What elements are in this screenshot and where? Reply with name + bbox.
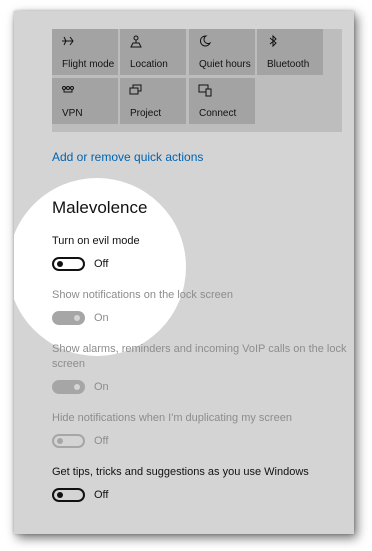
project-icon — [129, 83, 143, 97]
location-icon — [129, 34, 143, 48]
tips-tricks-state: Off — [94, 489, 109, 501]
quick-action-label: Bluetooth — [267, 59, 310, 70]
tips-tricks-label: Get tips, tricks and suggestions as you … — [52, 466, 309, 478]
alarms-voip-label-line2: screen — [52, 358, 86, 370]
settings-window: Flight mode Location Quiet hours Bluetoo… — [14, 11, 354, 534]
quick-action-quiet-hours[interactable]: Quiet hours — [189, 29, 255, 75]
airplane-icon — [61, 34, 75, 48]
quick-action-label: Location — [130, 59, 168, 70]
vpn-icon — [61, 83, 75, 97]
hide-when-duplicating-label: Hide notifications when I'm duplicating … — [52, 412, 292, 424]
toggle-knob — [57, 492, 63, 498]
hide-when-duplicating-toggle[interactable] — [52, 434, 85, 448]
moon-icon — [198, 34, 212, 48]
quick-action-location[interactable]: Location — [120, 29, 186, 75]
quick-action-connect[interactable]: Connect — [189, 78, 255, 124]
quick-action-label: Flight mode — [62, 59, 115, 70]
quick-action-label: Project — [130, 108, 162, 119]
evil-mode-toggle[interactable] — [52, 257, 85, 271]
quick-action-bluetooth[interactable]: Bluetooth — [257, 29, 323, 75]
toggle-knob — [57, 438, 63, 444]
section-title: Malevolence — [52, 198, 148, 217]
lock-screen-notifications-state: On — [94, 312, 109, 324]
quick-action-project[interactable]: Project — [120, 78, 186, 124]
quick-actions-grid: Flight mode Location Quiet hours Bluetoo… — [52, 29, 342, 132]
alarms-voip-label: Show alarms, reminders and incoming VoIP… — [52, 343, 347, 355]
hide-when-duplicating-state: Off — [94, 435, 109, 447]
quick-action-label: Quiet hours — [199, 59, 251, 70]
evil-mode-label: Turn on evil mode — [52, 235, 140, 247]
quick-action-label: Connect — [199, 108, 237, 119]
connect-icon — [198, 83, 212, 97]
alarms-voip-toggle[interactable] — [52, 380, 85, 394]
toggle-knob — [74, 315, 80, 321]
toggle-knob — [57, 261, 63, 267]
tips-tricks-toggle[interactable] — [52, 488, 85, 502]
toggle-knob — [74, 384, 80, 390]
alarms-voip-state: On — [94, 381, 109, 393]
quick-action-label: VPN — [62, 108, 83, 119]
quick-action-flight-mode[interactable]: Flight mode — [52, 29, 118, 75]
bluetooth-icon — [266, 34, 280, 48]
evil-mode-state: Off — [94, 258, 109, 270]
lock-screen-notifications-label: Show notifications on the lock screen — [52, 289, 233, 301]
add-remove-quick-actions-link[interactable]: Add or remove quick actions — [52, 150, 203, 164]
quick-action-vpn[interactable]: VPN — [52, 78, 118, 124]
lock-screen-notifications-toggle[interactable] — [52, 311, 85, 325]
